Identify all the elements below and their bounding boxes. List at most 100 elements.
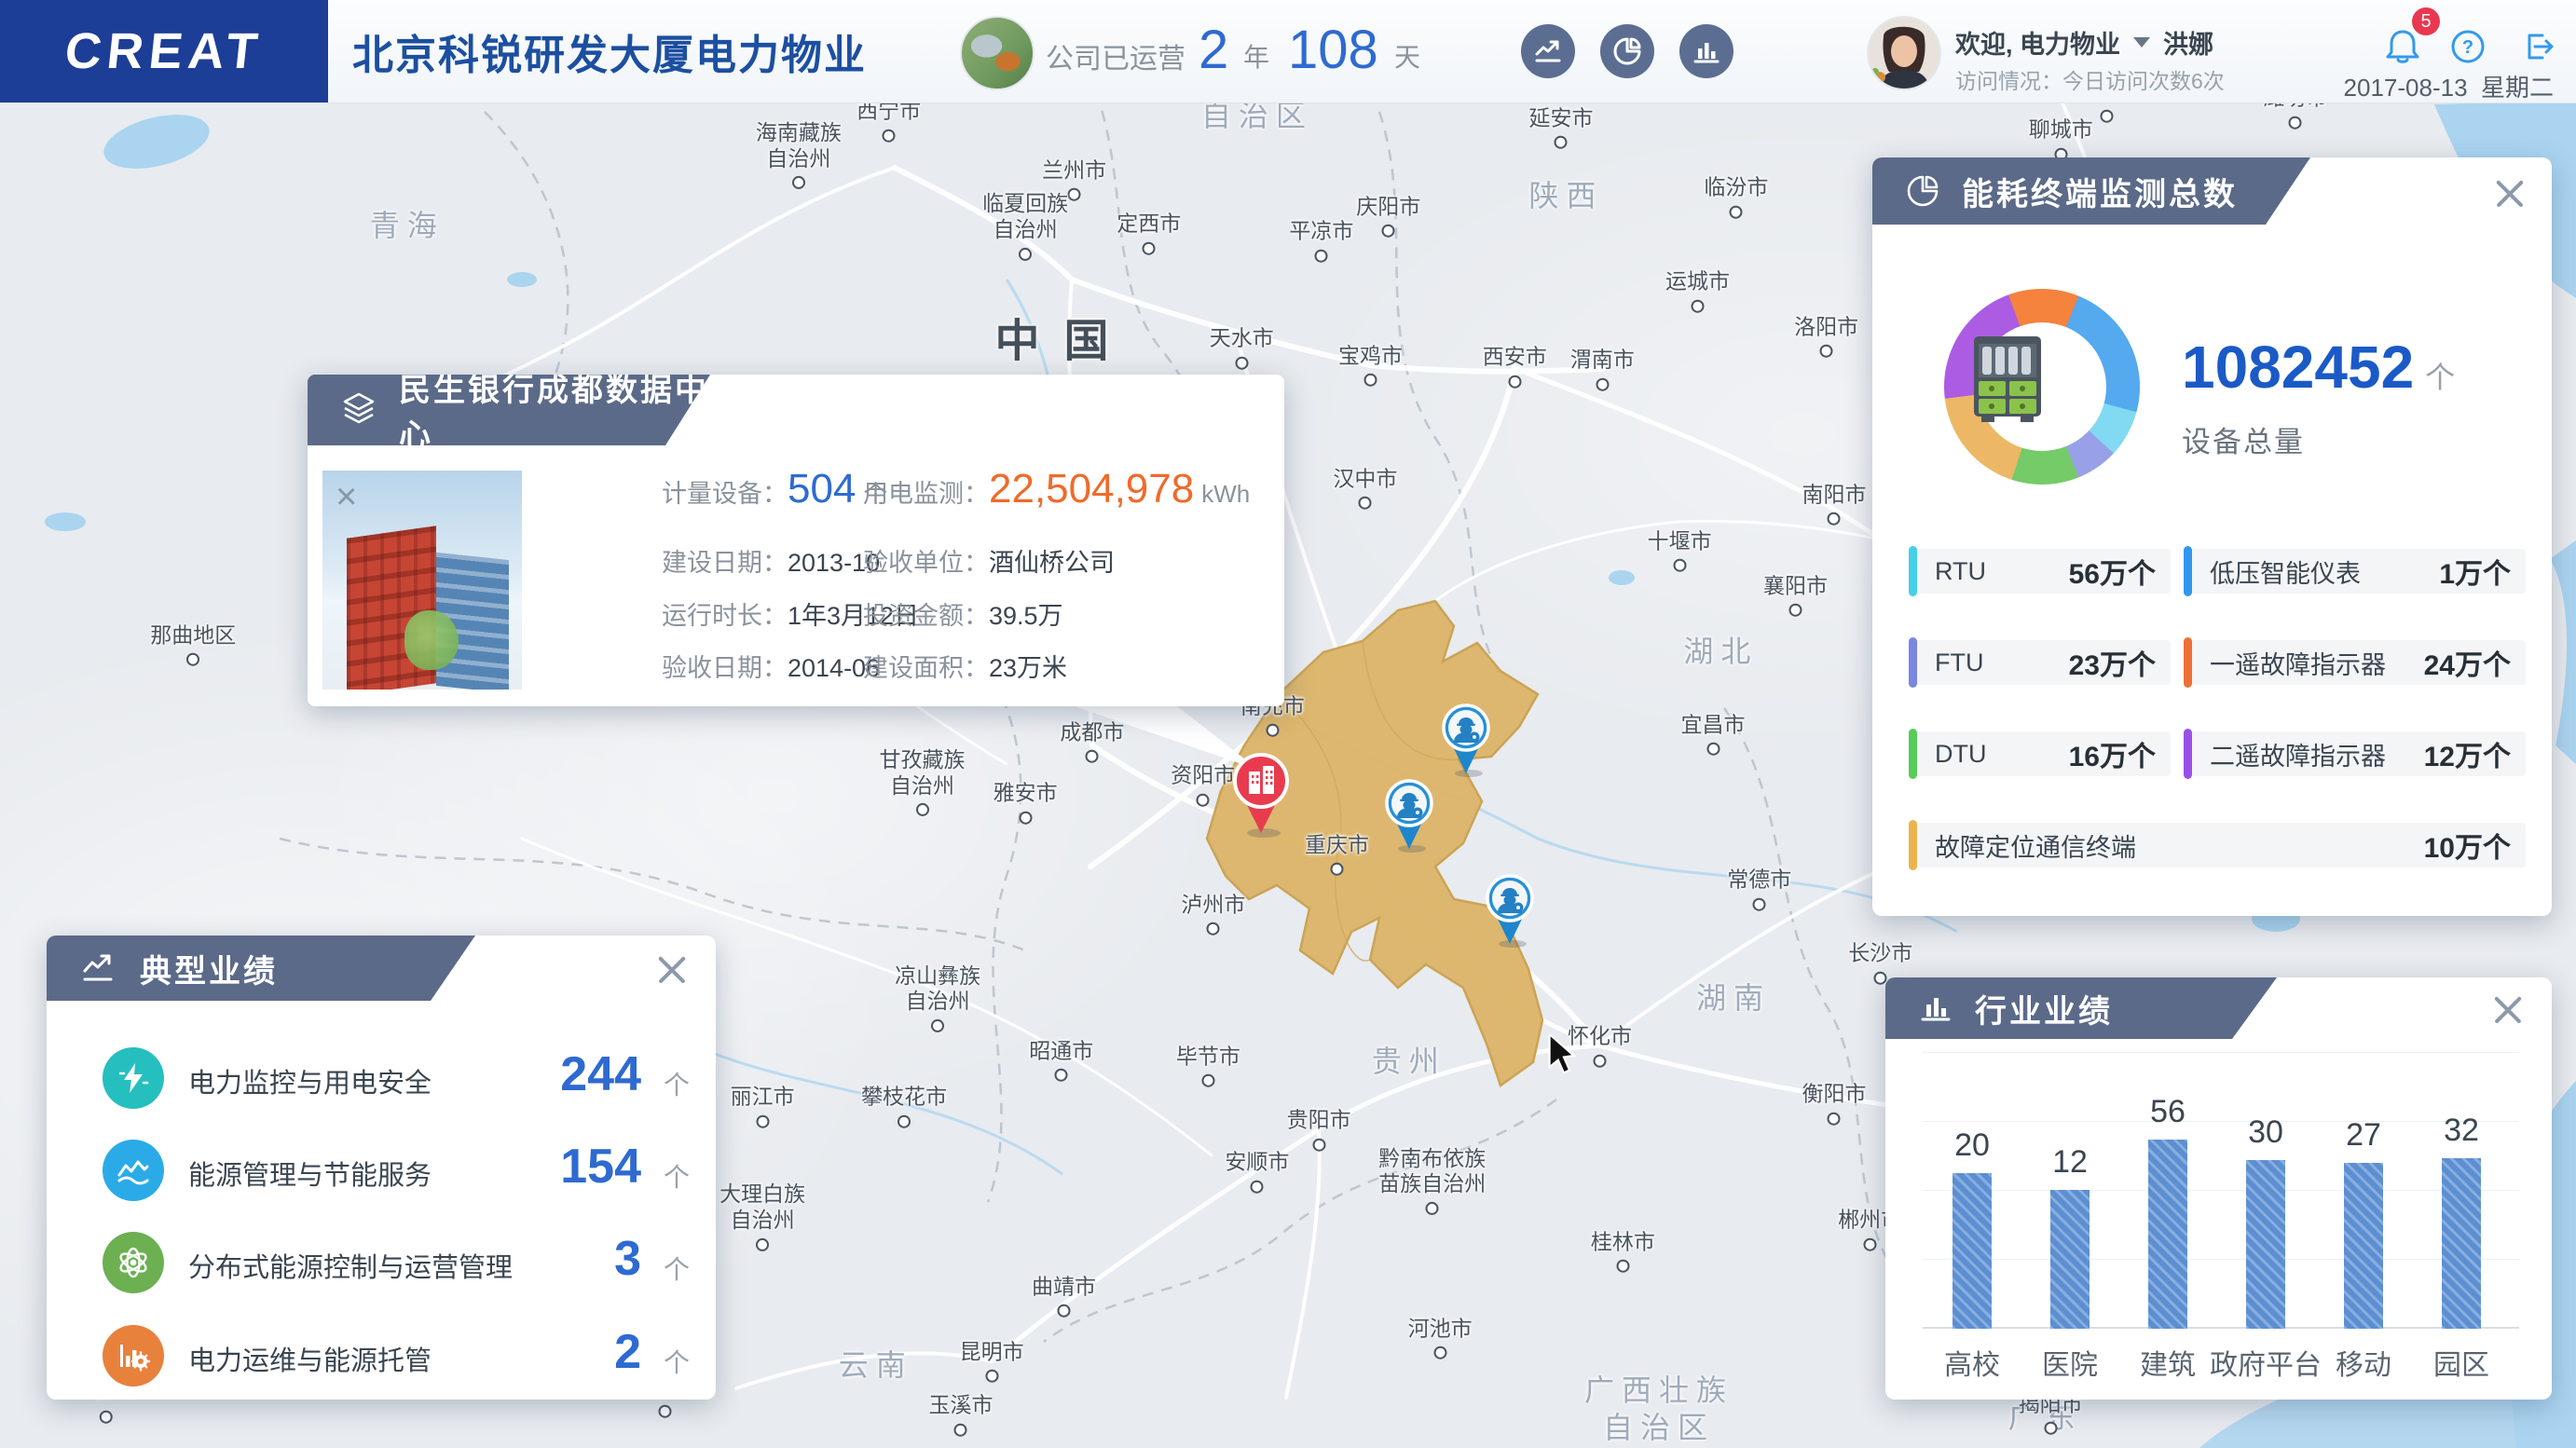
legend-value: 12万个 bbox=[2423, 742, 2511, 772]
site-pin-worker[interactable] bbox=[1439, 702, 1493, 783]
city-dot bbox=[1142, 241, 1156, 255]
user-welcome[interactable]: 欢迎, 电力物业 洪娜 bbox=[1955, 24, 2213, 61]
city-label: 黔南布依族 苗族自治州 bbox=[1378, 1145, 1486, 1215]
legend-label: 故障定位通信终端 bbox=[1935, 833, 2136, 862]
city-dot bbox=[915, 803, 929, 817]
bars-icon bbox=[1693, 43, 1720, 63]
chevron-down-icon[interactable] bbox=[2133, 37, 2151, 48]
popup-title: 民生银行成都数据中心 bbox=[399, 373, 709, 454]
city-dot bbox=[1381, 224, 1395, 238]
province-label: 云南 bbox=[838, 1348, 913, 1383]
typical-row-能源管理与节能服务: 能源管理与节能服务 154 个 bbox=[47, 1135, 716, 1219]
close-button[interactable] bbox=[2494, 178, 2526, 210]
typical-label: 电力监控与用电安全 bbox=[188, 1069, 432, 1099]
city-dot bbox=[1819, 344, 1833, 358]
city-dot bbox=[1827, 512, 1841, 526]
city-label: 雅安市 bbox=[993, 781, 1058, 825]
bar-value: 12 bbox=[2052, 1144, 2088, 1180]
notification-bell-button[interactable] bbox=[2382, 26, 2423, 72]
legend-value: 10万个 bbox=[2423, 833, 2511, 864]
province-label: 广西壮族 自治区 bbox=[1584, 1373, 1734, 1445]
date-display: 2017-08-13 星期二 bbox=[2339, 69, 2554, 103]
typical-panel-title: 典型业绩 bbox=[140, 953, 278, 990]
city-label: 重庆市 bbox=[1305, 833, 1369, 877]
city-dot bbox=[1067, 187, 1081, 201]
city-label: 甘孜藏族 自治州 bbox=[880, 747, 966, 817]
trend-chart-button[interactable] bbox=[1521, 24, 1575, 78]
city-label: 昭通市 bbox=[1029, 1038, 1093, 1082]
city-dot bbox=[1363, 373, 1377, 387]
city-dot bbox=[1314, 249, 1328, 263]
typical-label: 能源管理与节能服务 bbox=[188, 1161, 432, 1191]
typical-unit: 个 bbox=[663, 1071, 690, 1100]
typical-label: 电力运维与能源托管 bbox=[188, 1346, 432, 1376]
legend-row-一遥故障指示器: 一遥故障指示器 24万个 bbox=[2184, 637, 2526, 688]
field-value: 酒仙桥公司 bbox=[989, 549, 1115, 577]
legend-color-bar bbox=[1909, 546, 1917, 596]
industry-panel-title: 行业业绩 bbox=[1975, 993, 2113, 1030]
help-button[interactable]: ? bbox=[2449, 28, 2487, 70]
logo-text: CREAT bbox=[62, 23, 267, 79]
atom-icon bbox=[103, 1232, 164, 1293]
gridline bbox=[1923, 1259, 2519, 1260]
bar-category: 园区 bbox=[2433, 1350, 2489, 1381]
operation-days: 108 bbox=[1288, 20, 1378, 80]
user-avatar[interactable] bbox=[1867, 16, 1941, 90]
typical-unit: 个 bbox=[663, 1348, 690, 1377]
city-label: 襄阳市 bbox=[1763, 573, 1828, 617]
city-dot bbox=[1054, 1068, 1068, 1082]
bar-建筑 bbox=[2148, 1140, 2187, 1329]
city-label: 庆阳市 bbox=[1356, 194, 1420, 238]
pie-chart-button[interactable] bbox=[1600, 24, 1654, 78]
typical-panel-header: 典型业绩 bbox=[47, 936, 475, 1001]
site-pin-worker[interactable] bbox=[1483, 872, 1537, 953]
province-label: 青海 bbox=[369, 209, 445, 243]
trend-icon bbox=[1535, 40, 1561, 62]
city-dot bbox=[1616, 1259, 1630, 1273]
legend-label: 二遥故障指示器 bbox=[2210, 742, 2386, 771]
close-icon[interactable]: × bbox=[336, 478, 357, 515]
city-dot bbox=[1330, 863, 1344, 877]
city-label: 曲靖市 bbox=[1032, 1275, 1096, 1318]
typical-value: 3 bbox=[614, 1232, 641, 1286]
legend-row-FTU: FTU 23万个 bbox=[1909, 637, 2171, 688]
field-value: 23万米 bbox=[989, 654, 1068, 682]
site-field-计量设备: 计量设备：504 个 bbox=[662, 466, 888, 512]
city-dot bbox=[1425, 1201, 1439, 1215]
logout-icon bbox=[2528, 34, 2554, 60]
city-dot bbox=[1596, 377, 1610, 391]
page-title: 北京科锐研发大厦电力物业 bbox=[352, 33, 867, 78]
legend-color-bar bbox=[1909, 637, 1917, 688]
city-label: 临夏回族 自治州 bbox=[982, 191, 1068, 261]
gridline bbox=[1923, 1052, 2519, 1053]
city-label: 贵阳市 bbox=[1287, 1108, 1351, 1152]
city-label: 玉溪市 bbox=[928, 1393, 993, 1437]
logo[interactable]: CREAT bbox=[0, 0, 328, 102]
city-dot bbox=[1250, 1180, 1264, 1194]
city-dot bbox=[1729, 205, 1743, 219]
bar-chart-button[interactable] bbox=[1679, 24, 1733, 78]
site-pin-building[interactable] bbox=[1230, 751, 1292, 843]
site-field-投资金额: 投资金额：39.5万 bbox=[863, 602, 1063, 630]
close-button[interactable] bbox=[656, 954, 688, 986]
city-label: 聊城市 bbox=[2029, 117, 2093, 161]
city-label: 毕节市 bbox=[1176, 1044, 1240, 1088]
ops-icon bbox=[103, 1325, 164, 1387]
city-dot bbox=[1691, 299, 1705, 313]
industry-performance-panel: 行业业绩 20 高校 12 医院 56 建筑 30 政府平台 27 移动 32 园区 bbox=[1885, 977, 2552, 1400]
bar-高校 bbox=[1953, 1173, 1992, 1329]
city-label: 常德市 bbox=[1727, 867, 1791, 911]
close-button[interactable] bbox=[2492, 994, 2524, 1026]
bar-园区 bbox=[2442, 1158, 2481, 1329]
site-pin-worker[interactable] bbox=[1382, 777, 1436, 858]
lightning-icon bbox=[103, 1047, 164, 1109]
bars-icon bbox=[1917, 990, 1954, 1027]
typical-value: 154 bbox=[560, 1140, 641, 1194]
logout-button[interactable] bbox=[2520, 28, 2557, 70]
city-label: 昆明市 bbox=[960, 1339, 1024, 1384]
province-label: 陕西 bbox=[1528, 178, 1604, 212]
city-dot bbox=[1788, 603, 1802, 617]
typical-unit: 个 bbox=[663, 1163, 690, 1192]
city-dot bbox=[1266, 723, 1280, 737]
company-photo-thumb[interactable] bbox=[960, 16, 1035, 90]
